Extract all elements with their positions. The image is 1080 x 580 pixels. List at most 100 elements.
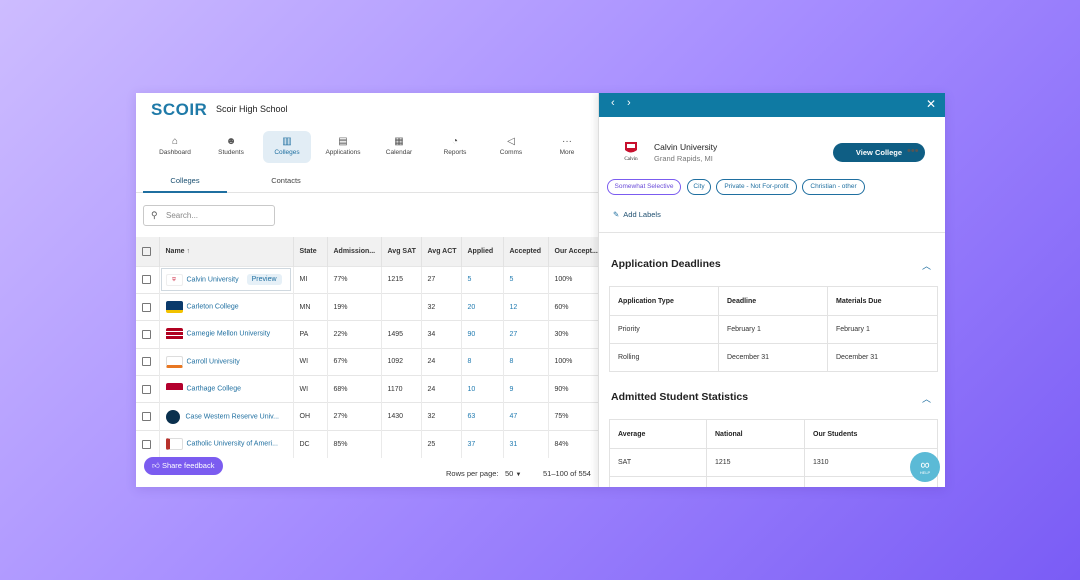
table-footer: 👍︎ Share feedback Rows per page: 50 ▼ 51… bbox=[136, 457, 598, 487]
label-chip[interactable]: Somewhat Selective bbox=[607, 179, 681, 195]
svg-text:Calvin: Calvin bbox=[624, 157, 638, 162]
row-checkbox[interactable] bbox=[142, 412, 151, 422]
college-name-link[interactable]: Catholic University of Ameri... bbox=[187, 441, 278, 448]
more-options-icon[interactable]: ••• bbox=[907, 145, 919, 157]
college-name-link[interactable]: Calvin University bbox=[187, 276, 239, 283]
row-checkbox[interactable] bbox=[142, 357, 151, 367]
share-feedback-button[interactable]: 👍︎ Share feedback bbox=[144, 457, 224, 475]
scoir-logo[interactable]: SCOIR bbox=[151, 100, 207, 120]
school-name: Scoir High School bbox=[216, 104, 288, 114]
row-checkbox[interactable] bbox=[142, 275, 151, 285]
col-avg-sat[interactable]: Avg SAT bbox=[381, 237, 422, 266]
nav-colleges[interactable]: ▥ Colleges bbox=[263, 131, 311, 163]
divider bbox=[599, 232, 945, 233]
pencil-icon: ✎ bbox=[613, 210, 620, 219]
search-input[interactable] bbox=[166, 209, 266, 222]
col-admission[interactable]: Admission... bbox=[327, 237, 382, 266]
deadlines-table: Application Type Deadline Materials Due … bbox=[609, 286, 938, 372]
college-logo bbox=[165, 438, 183, 451]
college-logo bbox=[165, 328, 183, 341]
nav-reports[interactable]: ◔ Reports bbox=[431, 131, 479, 163]
row-checkbox[interactable] bbox=[142, 329, 151, 339]
stats-table: Average National Our Students SAT 1215 1… bbox=[609, 419, 938, 487]
rows-per-page-select[interactable]: 50 ▼ bbox=[505, 469, 521, 478]
colleges-icon: ▥ bbox=[282, 136, 292, 147]
table-row[interactable]: Carroll University WI 67% 1092 24 8 8 10… bbox=[136, 347, 599, 376]
col-applied[interactable]: Applied bbox=[461, 237, 504, 266]
college-logo bbox=[165, 355, 183, 368]
col-accepted[interactable]: Accepted bbox=[503, 237, 549, 266]
reports-icon: ◔ bbox=[451, 136, 459, 147]
tab-contacts[interactable]: Contacts bbox=[244, 171, 328, 193]
row-checkbox[interactable] bbox=[142, 439, 151, 449]
nav-students[interactable]: ☻ Students bbox=[207, 131, 255, 163]
table-row bbox=[609, 476, 938, 487]
home-icon: ⌂ bbox=[171, 136, 179, 147]
table-row: Priority February 1 February 1 bbox=[609, 315, 938, 344]
next-arrow-icon[interactable]: › bbox=[627, 97, 631, 109]
rows-per-page-label: Rows per page: bbox=[446, 469, 499, 478]
table-row: Rolling December 31 December 31 bbox=[609, 343, 938, 372]
colleges-pane: SCOIR Scoir High School ⌂ Dashboard ☻ St… bbox=[136, 93, 599, 487]
more-icon: ··· bbox=[562, 136, 572, 147]
panel-college-location: Grand Rapids, MI bbox=[654, 154, 713, 163]
table-row[interactable]: Case Western Reserve Univ... OH 27% 1430… bbox=[136, 402, 599, 431]
tab-colleges[interactable]: Colleges bbox=[143, 171, 227, 193]
chevron-up-icon[interactable]: ︿ bbox=[922, 259, 931, 272]
nav-applications[interactable]: ▤ Applications bbox=[319, 131, 367, 163]
previous-arrow-icon[interactable]: ‹ bbox=[611, 97, 615, 109]
college-name-link[interactable]: Case Western Reserve Univ... bbox=[186, 413, 280, 420]
table-row[interactable]: Carthage College WI 68% 1170 24 10 9 90% bbox=[136, 375, 599, 403]
add-labels-button[interactable]: ✎ Add Labels bbox=[613, 210, 661, 219]
panel-header: ‹ › ✕ bbox=[599, 93, 945, 117]
table-row[interactable]: Catholic University of Ameri... DC 85% 2… bbox=[136, 429, 599, 458]
table-row[interactable]: ⛨ Calvin University Preview MI 77% 1215 27… bbox=[136, 265, 599, 294]
college-logo: ⛨ bbox=[165, 273, 183, 286]
megaphone-icon: ◁ bbox=[507, 136, 515, 147]
chevron-down-icon: ▼ bbox=[515, 472, 522, 478]
col-our-acceptance[interactable]: Our Accept... bbox=[548, 237, 599, 266]
close-icon[interactable]: ✕ bbox=[926, 97, 936, 111]
label-chip[interactable]: Private - Not For-profit bbox=[716, 179, 797, 195]
college-preview-panel: ‹ › ✕ Calvin Calvin University Grand Rap… bbox=[598, 93, 945, 487]
col-avg-act[interactable]: Avg ACT bbox=[421, 237, 462, 266]
panel-college-name: Calvin University bbox=[654, 142, 718, 152]
select-all-checkbox[interactable] bbox=[142, 246, 151, 256]
college-logo bbox=[165, 409, 180, 424]
help-button[interactable]: ∞ HELP bbox=[910, 452, 940, 482]
table-row[interactable]: Carnegie Mellon University PA 22% 1495 3… bbox=[136, 320, 599, 349]
chevron-up-icon[interactable]: ︿ bbox=[922, 392, 931, 405]
colleges-table: Name ↑ State Admission... Avg SAT Avg AC… bbox=[136, 237, 599, 458]
top-bar: SCOIR Scoir High School bbox=[136, 93, 598, 125]
pagination-range: 51–100 of 554 bbox=[543, 469, 591, 478]
col-state[interactable]: State bbox=[293, 237, 328, 266]
sort-up-icon: ↑ bbox=[186, 247, 191, 255]
nav-comms[interactable]: ◁ Comms bbox=[487, 131, 535, 163]
college-name-link[interactable]: Carroll University bbox=[187, 358, 240, 365]
col-name[interactable]: Name ↑ bbox=[159, 237, 294, 266]
row-checkbox[interactable] bbox=[142, 302, 151, 312]
college-name-link[interactable]: Carnegie Mellon University bbox=[187, 331, 271, 338]
college-logo bbox=[165, 301, 183, 314]
label-chip[interactable]: City bbox=[687, 179, 711, 195]
stats-title: Admitted Student Statistics bbox=[611, 391, 749, 403]
students-icon: ☻ bbox=[225, 136, 237, 147]
table-row: SAT 1215 1310 bbox=[609, 448, 938, 477]
calvin-logo: Calvin bbox=[624, 142, 638, 162]
row-checkbox[interactable] bbox=[142, 384, 151, 394]
nav-more[interactable]: ··· More bbox=[543, 131, 591, 163]
applications-icon: ▤ bbox=[338, 136, 348, 147]
college-name-link[interactable]: Carleton College bbox=[187, 304, 239, 311]
college-name-link[interactable]: Carthage College bbox=[187, 386, 241, 393]
main-nav: ⌂ Dashboard ☻ Students ▥ Colleges ▤ Appl… bbox=[136, 131, 598, 165]
label-chip[interactable]: Christian - other bbox=[802, 179, 865, 195]
nav-calendar[interactable]: ▦ Calendar bbox=[375, 131, 423, 163]
deadlines-title: Application Deadlines bbox=[611, 258, 721, 270]
table-row[interactable]: Carleton College MN 19% 32 20 12 60% bbox=[136, 292, 599, 321]
app-window: SCOIR Scoir High School ⌂ Dashboard ☻ St… bbox=[136, 93, 945, 487]
thumbs-up-icon: 👍︎ bbox=[152, 461, 160, 470]
preview-button[interactable]: Preview bbox=[246, 274, 282, 286]
sub-tabs: Colleges Contacts bbox=[136, 171, 598, 193]
select-all-cell bbox=[136, 237, 160, 266]
nav-dashboard[interactable]: ⌂ Dashboard bbox=[151, 131, 199, 163]
